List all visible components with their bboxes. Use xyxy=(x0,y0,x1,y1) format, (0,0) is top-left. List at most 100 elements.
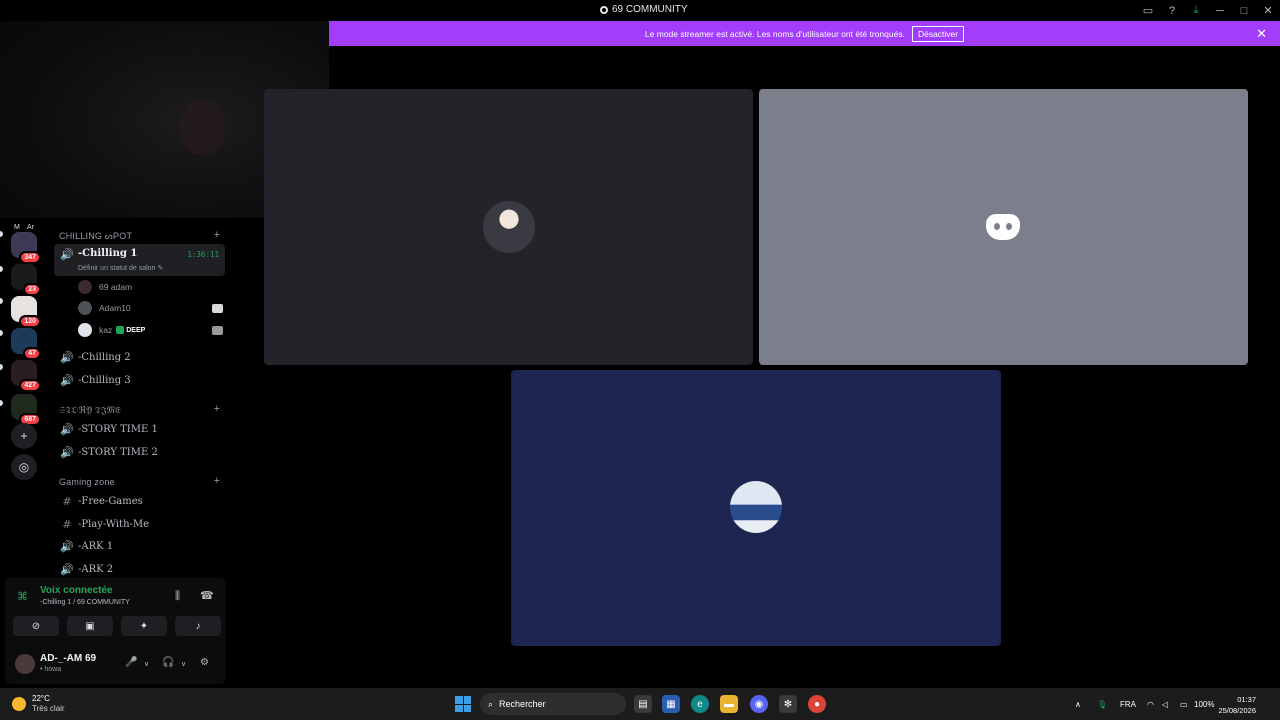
voice-member[interactable]: 69 adam xyxy=(78,278,223,296)
task-view-icon[interactable]: ▤ xyxy=(634,695,652,713)
channel-list: CHILLING ᔕPOT + 🔊 -Chilling 1 1:36:11 Dé… xyxy=(48,218,232,578)
file-explorer-icon[interactable]: ▬ xyxy=(720,695,738,713)
channel-name: -STORY TIME 1 xyxy=(78,423,158,435)
maximize-icon[interactable]: □ xyxy=(1232,0,1256,21)
channel-story-time-1[interactable]: 🔊 -STORY TIME 1 xyxy=(54,419,225,439)
server-icon-2[interactable]: 23 xyxy=(11,264,41,296)
search-icon: ⌕ xyxy=(488,698,494,709)
channel-ark-2[interactable]: 🔊 -ARK 2 xyxy=(54,559,225,579)
server-icon-4[interactable]: 47 xyxy=(11,328,41,360)
chevron-up-icon[interactable]: ∧ xyxy=(1075,688,1081,720)
battery-icon[interactable]: ▭ xyxy=(1180,688,1188,720)
store-icon[interactable]: ▦ xyxy=(662,695,680,713)
download-icon[interactable]: ⤓ xyxy=(1184,0,1208,21)
title-bar-icons: ▭ ? ⤓ ─ □ ✕ xyxy=(1136,0,1280,21)
headphones-icon[interactable]: 🎧 xyxy=(162,657,174,668)
server-icon-3[interactable]: 120 xyxy=(11,296,41,328)
channel-ark-1[interactable]: 🔊 -ARK 1 xyxy=(54,536,225,556)
wifi-icon[interactable]: ◠ xyxy=(1147,688,1154,720)
category-chilling[interactable]: CHILLING ᔕPOT xyxy=(59,231,132,242)
clock-date: 25/08/2026 xyxy=(1218,706,1256,715)
set-channel-status[interactable]: Définir un statut de salon ✎ xyxy=(78,264,163,272)
chrome-icon[interactable]: ● xyxy=(808,695,826,713)
inbox-icon[interactable]: ▭ xyxy=(1136,0,1160,21)
user-name[interactable]: AD-_-AM 69 xyxy=(40,653,96,664)
discord-eye xyxy=(1006,223,1012,230)
video-tile-user-3[interactable] xyxy=(511,370,1001,646)
server-pip xyxy=(0,400,3,406)
soundboard-button[interactable]: ♪ xyxy=(175,616,221,636)
camera-button[interactable]: ⊘ xyxy=(13,616,59,636)
windows-start-icon[interactable] xyxy=(455,696,471,712)
voice-actions: ⊘ ▣ ✦ ♪ xyxy=(13,616,221,636)
server-icon-1[interactable]: 347 xyxy=(11,232,41,264)
chevron-down-icon[interactable]: ∨ xyxy=(144,660,149,668)
chevron-down-icon[interactable]: ∨ xyxy=(181,660,186,668)
disconnect-icon[interactable]: ☎ xyxy=(200,589,214,602)
channel-name: -Free-Games xyxy=(78,495,143,507)
server-pip xyxy=(0,364,3,370)
explore-servers-icon[interactable]: ◎ xyxy=(11,454,37,480)
noise-suppression-icon[interactable]: ⫼ xyxy=(175,590,180,603)
help-icon[interactable]: ? xyxy=(1160,0,1184,21)
clock-time: 01:37 xyxy=(1237,695,1256,704)
channel-name: -ARK 1 xyxy=(78,540,114,552)
voice-member[interactable]: kaz DEEP xyxy=(78,321,223,339)
server-icon-5[interactable]: 427 xyxy=(11,360,41,392)
volume-icon[interactable]: ◁ xyxy=(1162,688,1168,720)
server-icon-6[interactable]: 687 xyxy=(11,394,41,426)
channel-play-with-me[interactable]: # -Play-With-Me xyxy=(54,514,225,534)
server-pip xyxy=(0,231,3,237)
weather-condition: Très clair xyxy=(32,704,65,713)
avatar[interactable] xyxy=(15,654,35,674)
activities-button[interactable]: ✦ xyxy=(121,616,167,636)
add-channel-icon[interactable]: + xyxy=(214,475,220,487)
clock[interactable]: 01:37 25/08/2026 xyxy=(1218,694,1256,716)
mention-badge: 47 xyxy=(23,347,41,360)
member-name: Adam10 xyxy=(99,303,131,313)
close-icon[interactable]: ✕ xyxy=(1256,0,1280,21)
gear-icon[interactable]: ⚙ xyxy=(200,657,209,668)
banner-close-icon[interactable]: ✕ xyxy=(1256,26,1267,42)
video-tile-user-1[interactable] xyxy=(264,89,753,365)
avatar xyxy=(730,481,782,533)
signal-icon[interactable]: ⌘ xyxy=(17,590,28,603)
channel-chilling-3[interactable]: 🔊 -Chilling 3 xyxy=(54,370,225,390)
server-icon xyxy=(600,5,608,14)
add-channel-icon[interactable]: + xyxy=(214,403,220,415)
voice-member[interactable]: Adam10 xyxy=(78,299,223,317)
add-server-icon[interactable]: + xyxy=(11,423,37,449)
channel-chilling-1[interactable]: 🔊 -Chilling 1 1:36:11 Définir un statut … xyxy=(54,244,225,276)
voice-status[interactable]: Voix connectée xyxy=(40,585,113,596)
disable-streamer-button[interactable]: Désactiver xyxy=(911,25,965,42)
microphone-tray-icon[interactable]: 🎙 xyxy=(1097,688,1107,720)
member-tag-text: DEEP xyxy=(126,326,146,334)
discord-eye xyxy=(994,223,1000,230)
avatar xyxy=(78,323,92,337)
edge-icon[interactable]: e xyxy=(691,695,709,713)
channel-free-games[interactable]: # -Free-Games xyxy=(54,491,225,511)
server-pip xyxy=(0,266,3,272)
mention-badge: 120 xyxy=(19,315,41,328)
minimize-icon[interactable]: ─ xyxy=(1208,0,1232,21)
microphone-icon[interactable]: 🎤 xyxy=(125,657,137,668)
user-status: • howa xyxy=(40,666,62,673)
category-story[interactable]: 𝔖𝔗𝔒ℜ𝔜 𝔗𝔍𝔐𝔈 xyxy=(59,405,121,416)
voice-connection-panel: ⌘ Voix connectée -Chilling 1 / 69 COMMUN… xyxy=(5,578,226,684)
speaker-icon: 🔊 xyxy=(60,539,74,553)
add-channel-icon[interactable]: + xyxy=(214,229,220,241)
app-icon[interactable]: ✻ xyxy=(779,695,797,713)
language-indicator[interactable]: FRA xyxy=(1120,688,1136,720)
rail-top-label: Ar xyxy=(27,224,34,231)
avatar xyxy=(483,201,535,253)
weather-widget[interactable]: 22°C Très clair xyxy=(12,694,65,714)
channel-chilling-2[interactable]: 🔊 -Chilling 2 xyxy=(54,347,225,367)
channel-story-time-2[interactable]: 🔊 -STORY TIME 2 xyxy=(54,442,225,462)
stream-preview-icon xyxy=(212,325,223,335)
category-gaming[interactable]: Gaming zone xyxy=(59,477,115,487)
taskbar-search[interactable]: ⌕ Rechercher xyxy=(480,693,626,715)
screen-share-button[interactable]: ▣ xyxy=(67,616,113,636)
video-tile-user-2[interactable] xyxy=(759,89,1248,365)
discord-app-icon[interactable]: ◉ xyxy=(750,695,768,713)
voice-location[interactable]: -Chilling 1 / 69 COMMUNITY xyxy=(40,599,130,606)
